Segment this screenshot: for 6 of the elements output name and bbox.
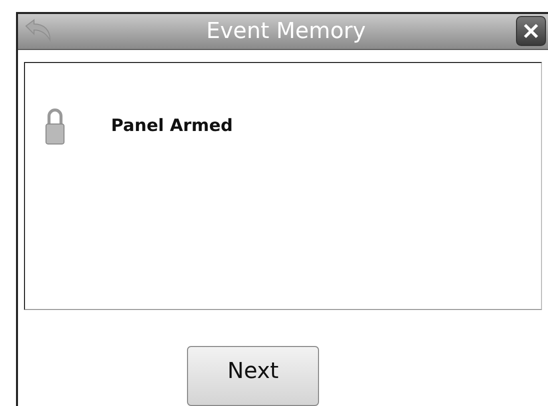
close-button[interactable] [516,16,546,46]
next-button[interactable]: Next [187,346,319,406]
event-text: Panel Armed [111,116,233,136]
window-title: Event Memory [205,18,367,44]
padlock-icon [45,106,65,145]
close-icon [522,22,540,40]
